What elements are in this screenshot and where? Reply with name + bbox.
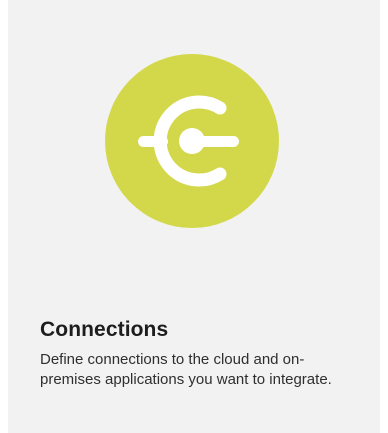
card-title: Connections [40, 318, 169, 341]
card-description: Define connections to the cloud and on-p… [40, 351, 332, 388]
connector-plug-icon [138, 95, 239, 187]
connections-card[interactable]: Connections Define connections to the cl… [0, 0, 388, 433]
icon-badge [105, 54, 279, 228]
card-icon-area [102, 0, 282, 290]
